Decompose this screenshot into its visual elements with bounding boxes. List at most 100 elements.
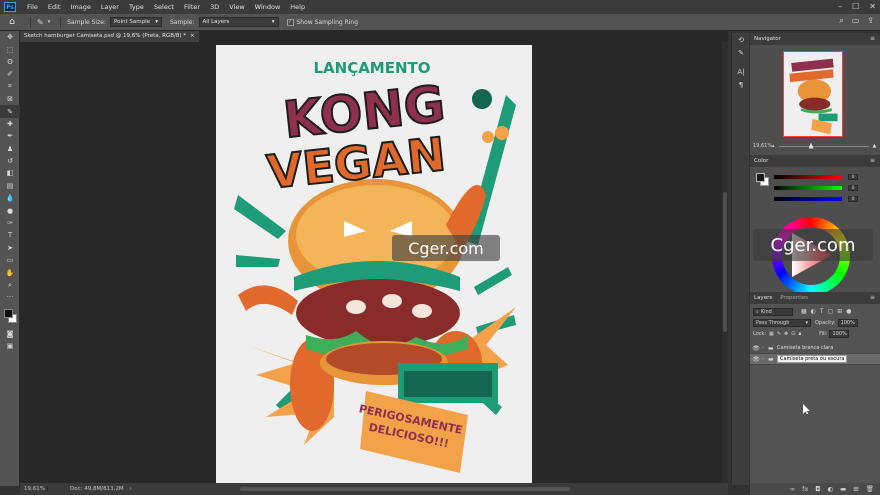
menu-help[interactable]: Help bbox=[285, 0, 310, 14]
lock-artboard-icon[interactable]: ⊡ bbox=[791, 331, 795, 337]
layer-style-icon[interactable]: fx bbox=[802, 485, 808, 493]
new-layer-icon[interactable]: ⊞ bbox=[853, 485, 858, 493]
layers-tab[interactable]: Layers bbox=[754, 295, 772, 301]
filter-toggle-icon[interactable]: ● bbox=[846, 308, 851, 315]
screen-mode-icon[interactable]: ▣ bbox=[0, 340, 20, 352]
more-tools-icon[interactable]: ··· bbox=[0, 291, 20, 303]
zoom-in-icon[interactable]: ▲ bbox=[873, 143, 877, 149]
navigator-preview[interactable] bbox=[783, 51, 843, 137]
path-selection-tool-icon[interactable]: ➤ bbox=[0, 242, 20, 254]
close-button[interactable]: ✕ bbox=[869, 0, 876, 14]
adjustment-filter-icon[interactable]: ◐ bbox=[811, 308, 816, 315]
zoom-level[interactable]: 19,61% bbox=[20, 486, 48, 492]
menu-window[interactable]: Window bbox=[250, 0, 286, 14]
color-value-1[interactable]: 0 bbox=[848, 174, 858, 180]
lock-transparent-icon[interactable]: ▦ bbox=[769, 331, 774, 337]
quick-mask-icon[interactable]: ◙ bbox=[0, 328, 20, 340]
opacity-input[interactable]: 100% bbox=[837, 318, 858, 327]
adjustment-layer-icon[interactable]: ◐ bbox=[827, 485, 833, 493]
menu-edit[interactable]: Edit bbox=[43, 0, 66, 14]
gradient-tool-icon[interactable]: ▤ bbox=[0, 180, 20, 192]
visibility-eye-icon[interactable]: 👁︎ bbox=[750, 345, 762, 352]
vertical-scrollbar[interactable] bbox=[722, 42, 728, 483]
clone-stamp-tool-icon[interactable]: ♟ bbox=[0, 143, 20, 155]
type-tool-icon[interactable]: T bbox=[0, 229, 20, 241]
color-value-2[interactable]: 0 bbox=[848, 185, 858, 191]
maximize-button[interactable]: ☐ bbox=[852, 0, 859, 14]
smart-object-filter-icon[interactable]: ⊞ bbox=[837, 308, 842, 315]
color-value-3[interactable]: 0 bbox=[848, 196, 858, 202]
panel-menu-icon[interactable]: ≡ bbox=[870, 157, 875, 164]
color-slider-3[interactable]: 0 bbox=[774, 195, 878, 203]
hand-tool-icon[interactable]: ✋ bbox=[0, 266, 20, 278]
properties-tab[interactable]: Properties bbox=[780, 295, 808, 301]
pixel-filter-icon[interactable]: ▦ bbox=[801, 308, 807, 315]
pen-tool-icon[interactable]: ✑ bbox=[0, 217, 20, 229]
search-icon[interactable]: ⌕ bbox=[839, 16, 843, 26]
eyedropper-tool-icon[interactable]: ✎ bbox=[0, 105, 20, 118]
zoom-tool-icon[interactable]: ⌕ bbox=[0, 279, 20, 291]
navigator-zoom-slider[interactable] bbox=[778, 142, 869, 149]
brush-tool-icon[interactable]: ✒ bbox=[0, 130, 20, 142]
color-swatches[interactable] bbox=[0, 306, 20, 328]
navigator-tab[interactable]: Navigator bbox=[754, 36, 781, 42]
eraser-tool-icon[interactable]: ◧ bbox=[0, 167, 20, 179]
foreground-color-swatch[interactable] bbox=[4, 308, 13, 318]
lock-position-icon[interactable]: ✥ bbox=[784, 331, 788, 337]
scrollbar-thumb[interactable] bbox=[723, 192, 727, 332]
frame-tool-icon[interactable]: ⊠ bbox=[0, 93, 20, 105]
shape-filter-icon[interactable]: ▢ bbox=[828, 308, 834, 315]
layer-row[interactable]: 👁︎ › ▬ Camiseta preta ou escura bbox=[750, 354, 880, 365]
color-slider-2[interactable]: 0 bbox=[774, 184, 878, 192]
blur-tool-icon[interactable]: 💧 bbox=[0, 192, 20, 204]
crop-tool-icon[interactable]: ⌗ bbox=[0, 81, 20, 93]
document-info[interactable]: Doc: 49,8M/813,2M bbox=[48, 486, 124, 492]
rectangle-tool-icon[interactable]: ▭ bbox=[0, 254, 20, 266]
document-canvas[interactable]: LANÇAMENTO KONG VEGAN PERIGOSAMENTE DELI… bbox=[216, 45, 532, 485]
dodge-tool-icon[interactable]: ● bbox=[0, 204, 20, 216]
lock-image-icon[interactable]: ✎ bbox=[777, 331, 781, 337]
canvas-workspace[interactable]: LANÇAMENTO KONG VEGAN PERIGOSAMENTE DELI… bbox=[20, 42, 722, 485]
workspace-icon[interactable]: ▭ bbox=[852, 16, 860, 26]
link-layers-icon[interactable]: ∞ bbox=[790, 485, 795, 493]
quick-select-tool-icon[interactable]: ✐ bbox=[0, 68, 20, 80]
layer-name-input[interactable]: Camiseta preta ou escura bbox=[777, 355, 848, 363]
type-filter-icon[interactable]: T bbox=[820, 308, 824, 315]
layer-row[interactable]: 👁︎ › ▬ Camiseta branca clara bbox=[750, 343, 880, 354]
menu-type[interactable]: Type bbox=[124, 0, 149, 14]
foreground-color-swatch[interactable] bbox=[756, 173, 765, 182]
menu-3d[interactable]: 3D bbox=[205, 0, 224, 14]
horizontal-scrollbar[interactable] bbox=[240, 487, 570, 491]
menu-layer[interactable]: Layer bbox=[96, 0, 124, 14]
menu-view[interactable]: View bbox=[224, 0, 249, 14]
eyedropper-preset-icon[interactable]: ✎ bbox=[37, 18, 44, 27]
navigator-zoom[interactable]: 19,61% bbox=[750, 143, 772, 149]
move-tool-icon[interactable]: ✥ bbox=[0, 31, 20, 43]
paragraph-panel-icon[interactable]: ¶ bbox=[732, 78, 750, 91]
zoom-out-icon[interactable]: ▴ bbox=[772, 143, 775, 149]
minimize-button[interactable]: – bbox=[838, 0, 842, 14]
document-tab[interactable]: Sketch hamburger Camiseta.psd @ 19,6% (P… bbox=[20, 31, 199, 42]
slider-knob[interactable] bbox=[808, 142, 814, 149]
chevron-down-icon[interactable]: ▾ bbox=[48, 19, 51, 25]
color-tab[interactable]: Color bbox=[754, 158, 768, 164]
lasso-tool-icon[interactable]: ʘ bbox=[0, 56, 20, 68]
sample-dropdown[interactable]: All Layers ▾ bbox=[198, 17, 279, 27]
marquee-tool-icon[interactable]: ⬚ bbox=[0, 43, 20, 55]
character-panel-icon[interactable]: A| bbox=[732, 65, 750, 78]
home-icon[interactable]: ⌂ bbox=[6, 16, 18, 28]
chevron-right-icon[interactable]: › bbox=[130, 486, 132, 492]
menu-image[interactable]: Image bbox=[65, 0, 95, 14]
show-sampling-ring-checkbox[interactable]: ✓ bbox=[286, 18, 294, 26]
add-mask-icon[interactable]: ◘ bbox=[815, 485, 820, 493]
color-slider-1[interactable]: 0 bbox=[774, 173, 878, 181]
history-panel-icon[interactable]: ⟲ bbox=[732, 33, 750, 46]
menu-select[interactable]: Select bbox=[149, 0, 179, 14]
menu-file[interactable]: File bbox=[22, 0, 43, 14]
share-icon[interactable]: ⇪ bbox=[867, 16, 874, 26]
blend-mode-dropdown[interactable]: Pass Through ▾ bbox=[753, 318, 811, 327]
delete-layer-icon[interactable]: 🗑︎ bbox=[866, 485, 874, 493]
sample-size-dropdown[interactable]: Point Sample ▾ bbox=[109, 17, 162, 27]
close-tab-icon[interactable]: × bbox=[190, 31, 195, 42]
brush-settings-panel-icon[interactable]: ✎ bbox=[732, 46, 750, 59]
